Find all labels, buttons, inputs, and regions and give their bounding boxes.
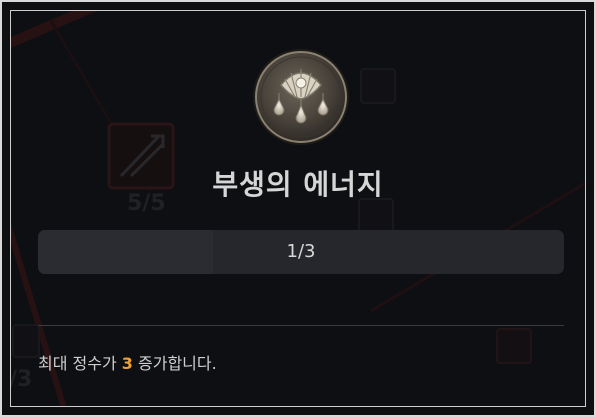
progress-label: 1/3: [286, 241, 316, 262]
divider: [38, 325, 564, 326]
description-suffix: 증가합니다.: [132, 354, 217, 373]
description-value: 3: [121, 354, 133, 373]
description-prefix: 최대 정수가: [38, 354, 122, 373]
skill-level-progress: 1/3: [38, 230, 564, 274]
tooltip-frame: 5/5 /3 부생의 에너지 1/3 최대 정수가 3 증가합니다.: [0, 0, 596, 417]
skill-title: 부생의 에너지: [212, 168, 384, 201]
emblem-fan-droplets-icon: [253, 49, 349, 145]
tooltip-panel: 5/5 /3 부생의 에너지 1/3 최대 정수가 3 증가합니다.: [10, 10, 586, 407]
skill-description: 최대 정수가 3 증가합니다.: [38, 350, 217, 374]
